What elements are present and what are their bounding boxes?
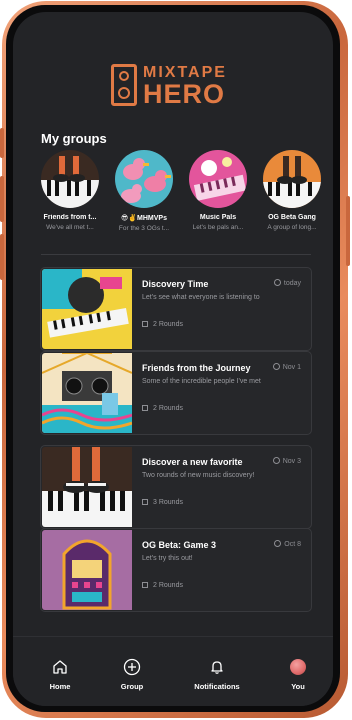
app-screen: MIXTAPE HERO My groups Friends from t...…	[13, 12, 333, 706]
rounds-icon	[142, 582, 148, 588]
section-title-my-groups: My groups	[41, 131, 107, 146]
game-description: Let's try this out!	[142, 555, 193, 562]
game-card[interactable]: Discover a new favorite Nov 3 Two rounds…	[40, 445, 312, 529]
volume-button	[0, 128, 4, 158]
plus-circle-icon	[100, 657, 164, 677]
game-date-text: Nov 1	[282, 364, 301, 371]
game-rounds-text: 2 Rounds	[153, 321, 183, 328]
game-date: today	[273, 279, 301, 287]
game-date-text: Oct 8	[284, 541, 301, 548]
group-description: We've all met t...	[46, 224, 94, 231]
game-description: Let's see what everyone is listening to	[142, 294, 260, 301]
group-description: Let's be pals an...	[192, 224, 244, 231]
game-rounds: 3 Rounds	[142, 499, 183, 506]
game-thumbnail	[42, 447, 132, 527]
game-thumbnail	[42, 269, 132, 349]
group-name: Friends from t...	[43, 214, 97, 221]
nav-label-home: Home	[49, 682, 71, 691]
volume-button	[0, 176, 4, 222]
game-rounds: 2 Rounds	[142, 405, 183, 412]
nav-group[interactable]: Group	[100, 657, 164, 691]
clock-icon	[273, 279, 281, 286]
group-avatar[interactable]	[41, 150, 99, 208]
group-card[interactable]: Music Pals Let's be pals an...	[185, 150, 251, 231]
home-icon	[28, 657, 92, 677]
group-name: OG Beta Gang	[268, 214, 316, 221]
nav-notifications[interactable]: Notifications	[185, 657, 249, 691]
group-avatar[interactable]	[115, 150, 173, 208]
game-rounds-text: 2 Rounds	[153, 582, 183, 589]
group-name: Music Pals	[199, 214, 237, 221]
group-card[interactable]: 😎✌️MHMVPs For the 3 OGs t...	[111, 150, 177, 232]
game-card[interactable]: Discovery Time today Let's see what ever…	[40, 267, 312, 351]
game-description: Two rounds of new music discovery!	[142, 472, 255, 479]
groups-carousel[interactable]: Friends from t... We've all met t... 😎✌️…	[37, 150, 327, 240]
logo-text-bottom: HERO	[143, 79, 226, 109]
game-title: OG Beta: Game 3	[142, 540, 217, 550]
rounds-icon	[142, 499, 148, 505]
cassette-speaker-icon	[111, 64, 137, 106]
clock-icon	[272, 457, 280, 464]
game-title: Discover a new favorite	[142, 457, 243, 467]
game-date: Oct 8	[274, 540, 301, 548]
game-rounds: 2 Rounds	[142, 321, 183, 328]
bottom-nav: Home Group Notifications You	[13, 636, 333, 706]
nav-label-group: Group	[120, 682, 144, 691]
clock-icon	[272, 363, 280, 370]
game-thumbnail	[42, 530, 132, 610]
game-rounds: 2 Rounds	[142, 582, 183, 589]
game-date: Nov 1	[272, 363, 301, 371]
power-button	[346, 196, 350, 266]
rounds-icon	[142, 321, 148, 327]
group-avatar[interactable]	[189, 150, 247, 208]
group-description: A group of long...	[267, 224, 317, 231]
group-card[interactable]: Friends from t... We've all met t...	[37, 150, 103, 231]
rounds-icon	[142, 405, 148, 411]
mixtape-hero-logo: MIXTAPE HERO	[111, 64, 241, 118]
game-date-text: today	[283, 280, 301, 287]
game-rounds-text: 3 Rounds	[153, 499, 183, 506]
group-card[interactable]: OG Beta Gang A group of long...	[259, 150, 325, 231]
profile-avatar	[266, 657, 330, 677]
nav-you[interactable]: You	[266, 657, 330, 691]
game-description: Some of the incredible people I've met	[142, 378, 261, 385]
game-rounds-text: 2 Rounds	[153, 405, 183, 412]
group-name: 😎✌️MHMVPs	[121, 215, 167, 222]
game-date: Nov 3	[272, 457, 301, 465]
nav-home[interactable]: Home	[28, 657, 92, 691]
nav-label-you: You	[291, 682, 305, 691]
group-description: For the 3 OGs t...	[118, 225, 170, 232]
game-card[interactable]: Friends from the Journey Nov 1 Some of t…	[40, 351, 312, 435]
game-thumbnail	[42, 353, 132, 433]
clock-icon	[274, 540, 282, 547]
game-title: Discovery Time	[142, 279, 209, 289]
game-date-text: Nov 3	[282, 458, 301, 465]
volume-button	[0, 234, 4, 280]
game-card[interactable]: OG Beta: Game 3 Oct 8 Let's try this out…	[40, 528, 312, 612]
section-divider	[41, 254, 311, 255]
nav-label-notifications: Notifications	[194, 682, 240, 691]
game-title: Friends from the Journey	[142, 363, 251, 373]
bell-icon	[185, 657, 249, 677]
group-avatar[interactable]	[263, 150, 321, 208]
